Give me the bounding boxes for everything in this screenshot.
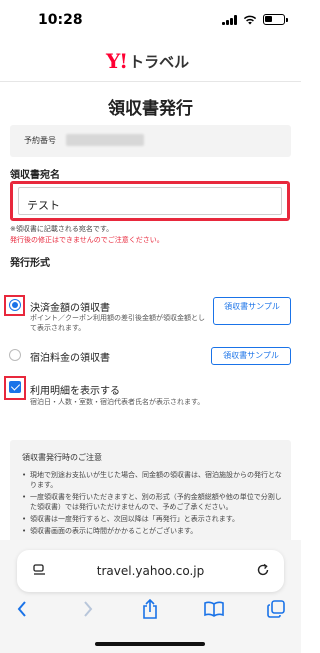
forward-button[interactable] xyxy=(74,596,102,622)
yahoo-travel-logo[interactable]: Y! トラベル xyxy=(106,49,189,73)
sample-button-payment[interactable]: 領収書サンプル xyxy=(213,297,291,325)
recipient-label: 領収書宛名 xyxy=(10,170,60,181)
back-icon xyxy=(17,601,26,617)
recipient-value: テスト xyxy=(27,199,60,212)
notice-item: 領収書画面の表示に時間がかかることがございます。 xyxy=(22,526,284,536)
option-title-lodging-fee: 宿泊料金の領収書 xyxy=(30,353,110,364)
option-payment-amount[interactable]: 決済金額の領収書 ポイント／クーポン利用額の差引後金額が領収金額として表示されま… xyxy=(4,293,291,333)
notice-list: 現地で別途お支払いが生じた場合、同金額の領収書は、宿泊施設からの発行となります。… xyxy=(22,470,284,538)
home-indicator xyxy=(95,642,205,646)
recipient-note: ※領収書に記載される宛名です。 xyxy=(10,225,114,233)
recipient-warning: 発行後の修正はできませんのでご注意ください。 xyxy=(10,236,164,244)
option-lodging-fee[interactable]: 宿泊料金の領収書 領収書サンプル xyxy=(9,345,291,367)
share-button[interactable] xyxy=(136,596,164,622)
recipient-field-highlight: テスト xyxy=(10,181,290,221)
back-button[interactable] xyxy=(8,596,36,622)
battery-icon xyxy=(263,14,288,25)
share-icon xyxy=(143,599,157,619)
details-checkbox-desc: 宿泊日・人数・室数・宿泊代表者氏名が表示されます。 xyxy=(30,398,205,406)
radio-payment-amount[interactable] xyxy=(9,299,21,311)
reservation-value-redacted xyxy=(66,134,144,146)
format-label: 発行形式 xyxy=(10,258,50,269)
browser-toolbar xyxy=(0,590,301,630)
site-header: Y! トラベル xyxy=(0,40,301,82)
logo-text: トラベル xyxy=(129,52,190,71)
status-icons xyxy=(222,14,288,25)
bookmarks-button[interactable] xyxy=(200,596,228,622)
recipient-field[interactable]: テスト xyxy=(18,187,282,215)
sample-button-lodging[interactable]: 領収書サンプル xyxy=(211,347,291,365)
reservation-number-box: 予約番号 xyxy=(10,125,291,157)
notice-item: 領収書は一度発行すると、次回以降は「再発行」と表示されます。 xyxy=(22,514,284,524)
bookmarks-icon xyxy=(204,601,224,617)
details-checkbox[interactable] xyxy=(9,381,21,393)
page-title: 領収書発行 xyxy=(108,99,193,119)
reload-icon[interactable] xyxy=(256,563,270,577)
cellular-signal-icon xyxy=(222,14,237,25)
option-title-payment-amount: 決済金額の領収書 xyxy=(30,303,110,314)
radio-lodging-fee[interactable] xyxy=(9,349,21,361)
status-time: 10:28 xyxy=(38,12,83,28)
notice-title: 領収書発行時のご注意 xyxy=(22,453,102,462)
forward-icon xyxy=(84,601,93,617)
logo-mark: Y! xyxy=(106,49,128,73)
address-bar[interactable]: travel.yahoo.co.jp xyxy=(17,550,284,592)
notice-item: 一度領収書を発行いただきますと、別の形式（予約金額総額や他の単位で分割した領収書… xyxy=(22,492,284,512)
reservation-label: 予約番号 xyxy=(24,136,56,145)
url-text: travel.yahoo.co.jp xyxy=(96,564,205,578)
tabs-icon xyxy=(267,600,285,618)
tabs-button[interactable] xyxy=(262,596,290,622)
option-desc-payment-amount: ポイント／クーポン利用額の差引後金額が領収金額として表示されます。 xyxy=(30,314,205,332)
notice-item: 現地で別途お支払いが生じた場合、同金額の領収書は、宿泊施設からの発行となります。 xyxy=(22,470,284,490)
details-checkbox-row[interactable]: 利用明細を表示する 宿泊日・人数・室数・宿泊代表者氏名が表示されます。 xyxy=(4,376,291,410)
details-checkbox-label: 利用明細を表示する xyxy=(30,386,120,397)
wifi-icon xyxy=(243,15,257,24)
status-bar: 10:28 xyxy=(0,0,301,40)
